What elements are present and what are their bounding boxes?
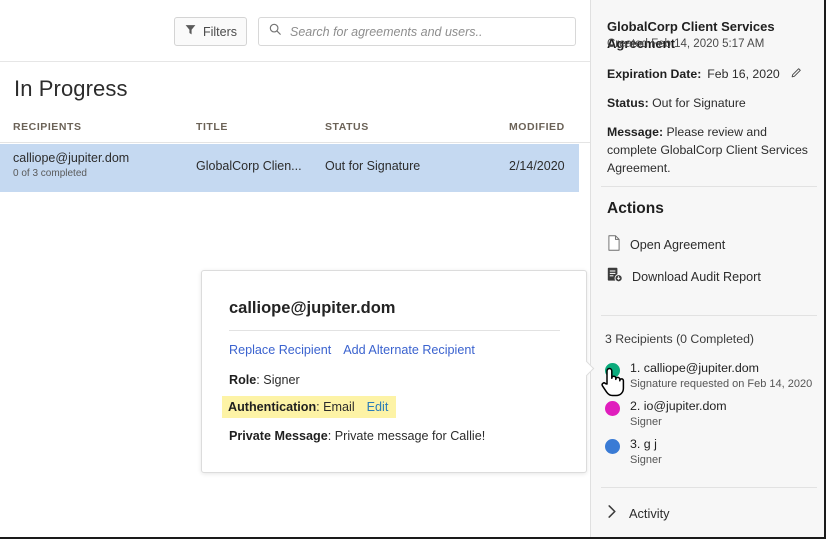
cell-modified: 2/14/2020 xyxy=(509,159,565,173)
search-input[interactable] xyxy=(290,24,560,39)
sidebar-status-row: Status: Out for Signature xyxy=(607,96,746,110)
page-title: In Progress xyxy=(14,76,128,101)
filters-button[interactable]: Filters xyxy=(174,17,247,46)
cell-title: GlobalCorp Clien... xyxy=(196,159,302,173)
sidebar-expiration-row: Expiration Date: Feb 16, 2020 xyxy=(607,66,803,82)
recipient-detail-popup: calliope@jupiter.dom Replace Recipient Ad… xyxy=(201,270,595,473)
audit-report-icon xyxy=(607,267,623,286)
recipient-name: 3. g j xyxy=(630,437,657,451)
popup-pm-key: Private Message xyxy=(229,429,328,443)
popup-role-value: Signer xyxy=(263,373,300,387)
expiration-value: Feb 16, 2020 xyxy=(707,67,780,81)
recipient-status: Signer xyxy=(630,454,662,466)
funnel-icon xyxy=(184,23,197,41)
replace-recipient-link[interactable]: Replace Recipient xyxy=(229,343,331,357)
auth-edit-link[interactable]: Edit xyxy=(367,400,389,414)
toolbar: Filters xyxy=(0,0,590,62)
activity-label: Activity xyxy=(629,505,670,521)
popup-field-private-message: Private Message: Private message for Cal… xyxy=(229,429,486,443)
table-header: RECIPIENTS TITLE STATUS MODIFIED xyxy=(0,121,590,143)
actions-heading: Actions xyxy=(607,200,664,217)
filters-button-label: Filters xyxy=(202,24,238,39)
sidebar-divider-2 xyxy=(601,315,817,316)
add-alternate-recipient-link[interactable]: Add Alternate Recipient xyxy=(343,343,475,357)
status-label: Status: xyxy=(607,96,649,110)
avatar xyxy=(605,401,620,416)
agreement-sidebar: GlobalCorp Client Services Agreement Cre… xyxy=(590,0,824,537)
sidebar-divider-3 xyxy=(601,487,817,488)
message-label: Message: xyxy=(607,125,664,139)
search-icon xyxy=(268,22,282,41)
popup-role-key: Role xyxy=(229,373,257,387)
sidebar-message-row: Message: Please review and complete Glob… xyxy=(607,124,819,177)
expiration-label: Expiration Date: xyxy=(607,67,702,81)
download-audit-report-action[interactable]: Download Audit Report xyxy=(607,267,761,286)
recipient-name: 1. calliope@jupiter.dom xyxy=(630,361,759,375)
recipient-status: Signer xyxy=(630,416,662,428)
pencil-icon[interactable] xyxy=(790,66,803,82)
cell-recipients: calliope@jupiter.dom 0 of 3 completed xyxy=(13,151,129,179)
sidebar-divider-1 xyxy=(601,186,817,187)
column-header-status[interactable]: STATUS xyxy=(325,121,369,133)
cell-status: Out for Signature xyxy=(325,159,421,173)
avatar xyxy=(605,363,620,378)
row-recipient-email: calliope@jupiter.dom xyxy=(13,151,130,165)
recipients-heading: 3 Recipients (0 Completed) xyxy=(605,332,754,346)
popup-auth-value: Email xyxy=(323,400,355,414)
status-value: Out for Signature xyxy=(652,96,746,110)
column-header-modified[interactable]: MODIFIED xyxy=(509,121,565,133)
open-agreement-action[interactable]: Open Agreement xyxy=(607,235,725,254)
popup-field-role: Role: Signer xyxy=(229,373,300,387)
popup-links: Replace Recipient Add Alternate Recipient xyxy=(229,343,475,357)
table-row[interactable]: calliope@jupiter.dom 0 of 3 completed Gl… xyxy=(0,144,579,192)
column-header-title[interactable]: TITLE xyxy=(196,121,228,133)
popup-title: calliope@jupiter.dom xyxy=(229,299,396,317)
column-header-recipients[interactable]: RECIPIENTS xyxy=(13,121,82,133)
recipient-status: Signature requested on Feb 14, 2020 xyxy=(630,378,813,390)
document-icon xyxy=(607,235,621,254)
popup-pm-value: Private message for Callie! xyxy=(334,429,486,443)
recipient-name: 2. io@jupiter.dom xyxy=(630,399,727,413)
sidebar-created-date: Created Feb 14, 2020 5:17 AM xyxy=(607,38,765,50)
row-recipient-progress: 0 of 3 completed xyxy=(13,168,87,179)
search-box[interactable] xyxy=(258,17,576,46)
chevron-right-icon xyxy=(607,505,617,521)
activity-section-toggle[interactable]: Activity xyxy=(607,505,670,521)
popup-field-authentication: Authentication: Email Edit xyxy=(222,396,397,418)
popup-auth-key: Authentication xyxy=(228,400,317,414)
download-audit-report-label: Download Audit Report xyxy=(632,269,761,284)
avatar xyxy=(605,439,620,454)
popup-divider xyxy=(229,330,560,331)
open-agreement-label: Open Agreement xyxy=(630,237,726,252)
app-window: Filters In Progress RECIPIENTS TITLE STA… xyxy=(0,0,826,539)
